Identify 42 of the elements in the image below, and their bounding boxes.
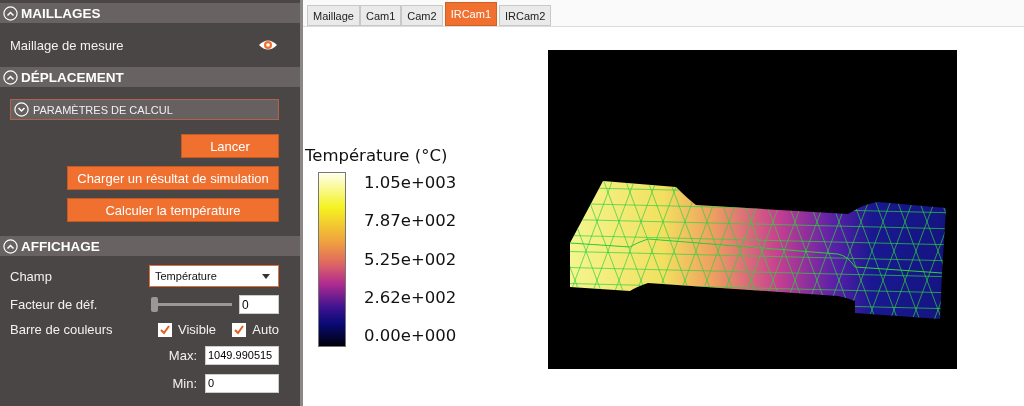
- section-title: MAILLAGES: [21, 5, 101, 21]
- checkbox-label: Visible: [178, 322, 217, 337]
- subsection-header[interactable]: PARAMÈTRES DE CALCUL: [10, 99, 279, 120]
- checkbox-label: Auto: [252, 322, 279, 337]
- tab[interactable]: IRCam2: [499, 5, 552, 26]
- range-label: Min:: [172, 375, 197, 391]
- checkbox-box[interactable]: [232, 322, 247, 337]
- section-header[interactable]: DÉPLACEMENT: [0, 67, 300, 87]
- eye-icon[interactable]: [258, 38, 278, 52]
- tab[interactable]: Maillage: [307, 5, 360, 26]
- range-input[interactable]: 0: [205, 373, 279, 393]
- section-title: DÉPLACEMENT: [21, 69, 124, 85]
- tab[interactable]: Cam1: [359, 5, 402, 26]
- tab[interactable]: Cam2: [401, 5, 443, 26]
- section-header[interactable]: AFFICHAGE: [0, 236, 300, 256]
- checkbox[interactable]: Visible: [158, 322, 217, 337]
- scale-label: 5.25e+002: [364, 248, 457, 271]
- legend-title: Température (°C): [305, 146, 449, 167]
- collapse-icon[interactable]: [3, 5, 18, 21]
- scale-label: 1.05e+003: [364, 172, 457, 194]
- scale-label: 0.00e+000: [364, 325, 457, 347]
- range-input[interactable]: 1049.990515: [205, 345, 279, 365]
- field-label: Champ: [10, 268, 53, 284]
- checkbox[interactable]: Auto: [232, 322, 279, 337]
- checkbox-box[interactable]: [158, 322, 172, 337]
- scale-label: 7.87e+002: [364, 210, 457, 233]
- slider-thumb[interactable]: [151, 297, 158, 312]
- section-header[interactable]: MAILLAGES: [0, 3, 300, 23]
- field-label: Barre de couleurs: [10, 322, 114, 337]
- deformation-input[interactable]: 0: [239, 295, 279, 314]
- scale-label: 2.62e+002: [364, 286, 457, 309]
- field-label: Facteur de déf.: [10, 297, 99, 312]
- collapse-icon[interactable]: [3, 69, 18, 85]
- subsection-title: PARAMÈTRES DE CALCUL: [33, 103, 173, 116]
- field-dropdown[interactable]: Température: [149, 265, 279, 287]
- mesh-label: Maillage de mesure: [10, 37, 124, 53]
- expand-icon[interactable]: [14, 102, 29, 117]
- section-title: AFFICHAGE: [21, 238, 100, 254]
- dropdown-value: Température: [155, 270, 217, 282]
- range-label: Max:: [168, 347, 197, 363]
- collapse-icon[interactable]: [3, 238, 18, 254]
- caret-icon: [262, 273, 270, 279]
